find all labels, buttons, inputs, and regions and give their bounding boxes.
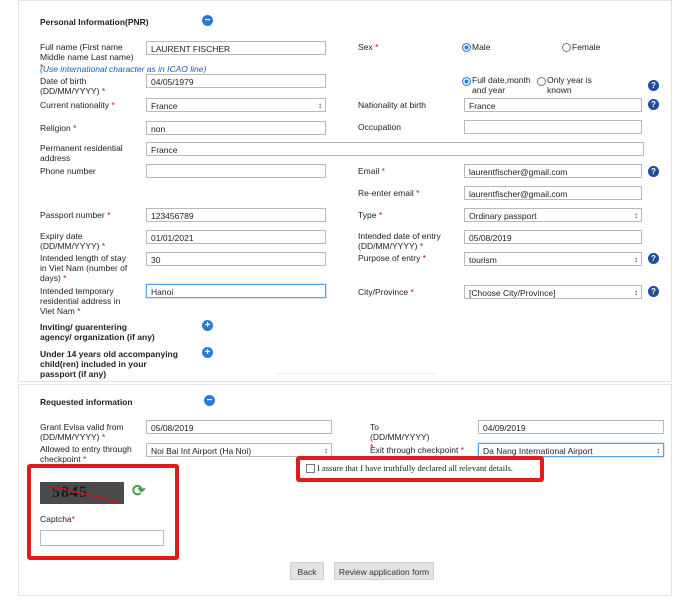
dob-full-label: Full date,month and year: [472, 75, 531, 95]
occupation-input[interactable]: [464, 120, 642, 134]
valid-from-input[interactable]: 05/08/2019: [146, 420, 332, 434]
captcha-strike: [49, 485, 121, 503]
dob-label: Date of birth (DD/MM/YYYY) *: [40, 76, 106, 96]
city-select[interactable]: [Choose City/Province]: [464, 285, 642, 299]
purpose-label: Purpose of entry *: [358, 253, 427, 263]
reemail-label: Re-enter email *: [358, 188, 420, 198]
sex-male-radio[interactable]: [462, 43, 471, 52]
captcha-image: 5845: [40, 482, 124, 504]
birth-nationality-help-icon[interactable]: ?: [648, 99, 659, 110]
passport-label: Passport number *: [40, 210, 111, 220]
temp-address-label: Intended temporary residential address i…: [40, 286, 121, 316]
refresh-captcha-icon[interactable]: ⟳: [132, 484, 145, 500]
purpose-help-icon[interactable]: ?: [648, 253, 659, 264]
residence-input[interactable]: France: [146, 142, 644, 156]
temp-address-input[interactable]: Hanoi: [146, 284, 326, 298]
children-label: Under 14 years old accompanying child(re…: [40, 349, 178, 379]
sex-female-radio[interactable]: [562, 43, 571, 52]
add-children-icon[interactable]: +: [202, 347, 213, 358]
dob-help-icon[interactable]: ?: [648, 80, 659, 91]
birth-nationality-input[interactable]: France: [464, 98, 642, 112]
dob-input[interactable]: 04/05/1979: [146, 74, 326, 88]
residence-label: Permanent residential address: [40, 143, 123, 163]
city-label: City/Province *: [358, 287, 414, 297]
dob-year-radio[interactable]: [537, 77, 546, 86]
entry-checkpoint-label: Allowed to entry through checkpoint *: [40, 444, 132, 464]
agency-label: Inviting/ guarentering agency/ organizat…: [40, 322, 155, 342]
dob-full-radio[interactable]: [462, 77, 471, 86]
stay-input[interactable]: 30: [146, 252, 326, 266]
nationality-label: Current nationality *: [40, 100, 115, 110]
reemail-input[interactable]: laurentfischer@gmail.com: [464, 186, 642, 200]
religion-input[interactable]: non: [146, 121, 326, 135]
nationality-select[interactable]: France: [146, 98, 326, 112]
occupation-label: Occupation: [358, 122, 401, 132]
exit-checkpoint-select[interactable]: Da Nang International Airport: [478, 443, 664, 457]
fullname-hint: (Use international character as in ICAO …: [40, 64, 207, 74]
divider: [276, 373, 436, 374]
to-input[interactable]: 04/09/2019: [478, 420, 664, 434]
assure-label: I assure that I have truthfully declared…: [317, 463, 513, 473]
sex-female-label: Female: [572, 42, 601, 52]
phone-label: Phone number: [40, 166, 96, 176]
entry-date-label: Intended date of entry (DD/MM/YYYY) *: [358, 231, 441, 251]
phone-input[interactable]: [146, 164, 326, 178]
requested-section-title: Requested information: [40, 397, 133, 407]
dob-year-label: Only year is known: [547, 75, 592, 95]
email-label: Email *: [358, 166, 385, 176]
captcha-label: Captcha*: [40, 514, 75, 524]
type-select[interactable]: Ordinary passport: [464, 208, 642, 222]
religion-label: Religion *: [40, 123, 77, 133]
personal-section-title: Personal Information(PNR): [40, 17, 149, 27]
fullname-input[interactable]: LAURENT FISCHER: [146, 41, 326, 55]
assure-checkbox[interactable]: [306, 464, 315, 473]
collapse-requested-icon[interactable]: −: [204, 395, 215, 406]
entry-checkpoint-select[interactable]: Noi Bai Int Airport (Ha Noi): [146, 443, 332, 457]
back-button[interactable]: Back: [290, 562, 324, 580]
entry-date-input[interactable]: 05/08/2019: [464, 230, 642, 244]
sex-label: Sex *: [358, 42, 379, 52]
type-label: Type *: [358, 210, 383, 220]
collapse-personal-icon[interactable]: −: [202, 15, 213, 26]
review-form-button[interactable]: Review application form: [334, 562, 434, 580]
passport-input[interactable]: 123456789: [146, 208, 326, 222]
email-input[interactable]: laurentfischer@gmail.com: [464, 164, 642, 178]
captcha-input[interactable]: [40, 530, 164, 546]
sex-male-label: Male: [472, 42, 491, 52]
city-help-icon[interactable]: ?: [648, 286, 659, 297]
exit-checkpoint-label: Exit through checkpoint *: [370, 445, 465, 455]
stay-label: Intended length of stay in Viet Nam (num…: [40, 253, 128, 283]
valid-from-label: Grant Evisa valid from (DD/MM/YYYY) *: [40, 422, 124, 442]
expiry-label: Expiry date (DD/MM/YYYY) *: [40, 231, 106, 251]
birth-nationality-label: Nationality at birth: [358, 100, 427, 110]
purpose-select[interactable]: tourism: [464, 252, 642, 266]
email-help-icon[interactable]: ?: [648, 166, 659, 177]
expiry-input[interactable]: 01/01/2021: [146, 230, 326, 244]
add-agency-icon[interactable]: +: [202, 320, 213, 331]
